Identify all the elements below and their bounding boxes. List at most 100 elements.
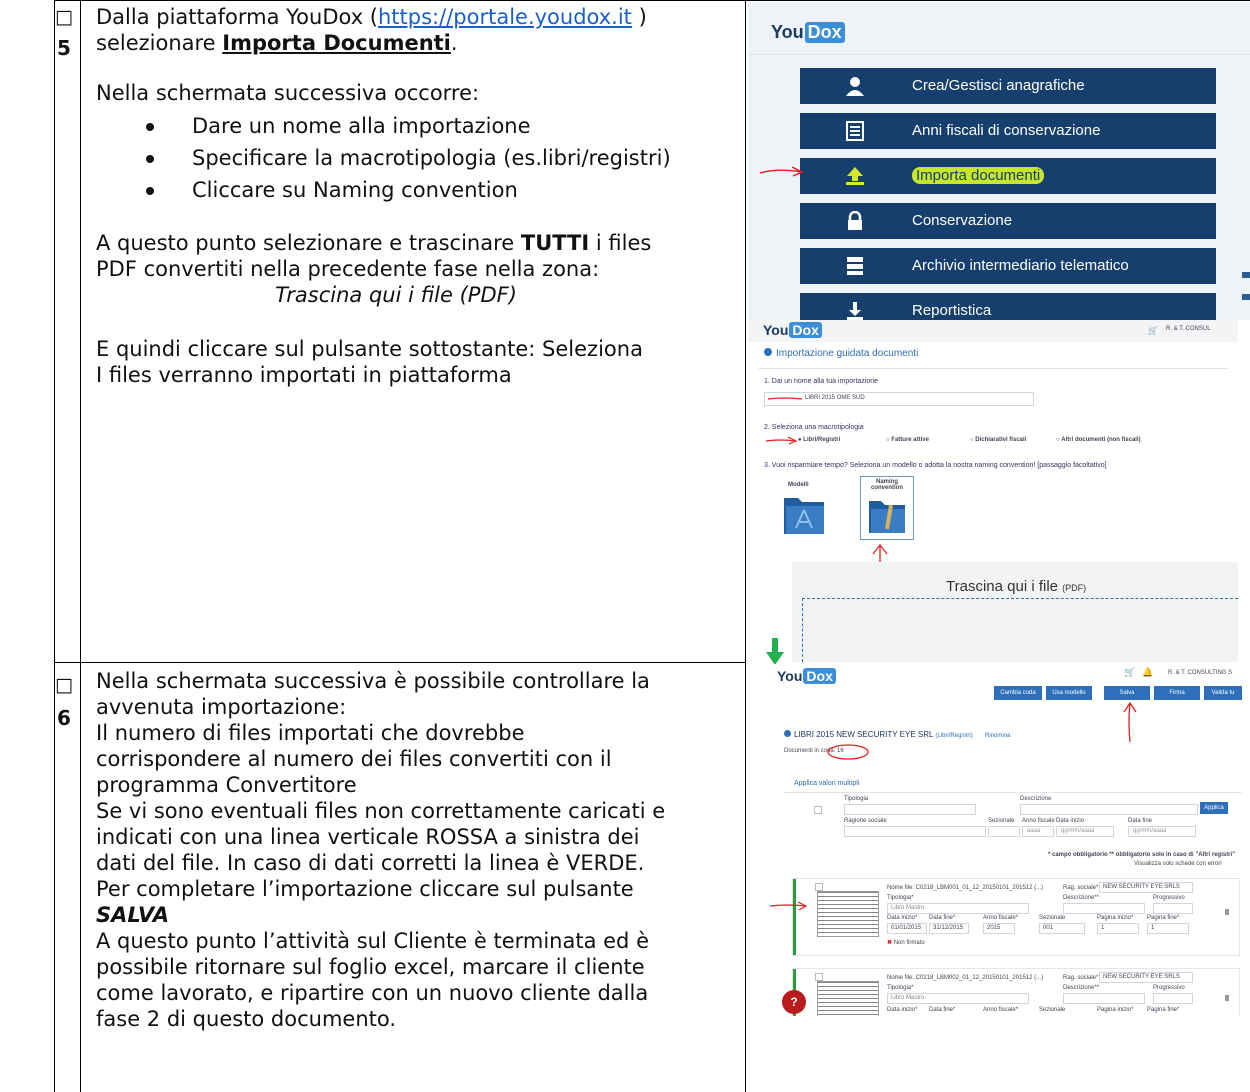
- radio-altri[interactable]: ○ Altri documenti (non fiscali): [1056, 437, 1141, 443]
- data-fine-input[interactable]: 31/12/2015: [929, 923, 969, 934]
- text: E quindi cliccare sul pulsante sottostan…: [96, 337, 643, 361]
- bell-icon[interactable]: 🔔: [1142, 668, 1153, 678]
- menu-item-anagrafiche[interactable]: Crea/Gestisci anagrafiche: [800, 68, 1216, 104]
- menu-item-label: Reportistica: [912, 302, 992, 319]
- rag-sociale-select[interactable]: NEW SECURITY EYE SRLS: [1099, 882, 1193, 893]
- select-value: Libro Mastro: [891, 995, 925, 1001]
- step-5-instructions: Dalla piattaforma YouDox (https://portal…: [96, 4, 736, 388]
- naming-convention-option[interactable]: Naming convention: [860, 476, 914, 540]
- help-button[interactable]: ?: [782, 990, 806, 1014]
- step-checkbox: □: [55, 6, 73, 28]
- placeholder: aaaa: [1027, 828, 1041, 834]
- menu-item-archivio[interactable]: Archivio intermediario telematico: [800, 248, 1216, 284]
- data-inizio-input[interactable]: 01/01/2015: [887, 923, 927, 934]
- data-inizio-input[interactable]: gg/mm/aaaa: [1056, 826, 1114, 837]
- menu-item-conservazione[interactable]: Conservazione: [800, 203, 1216, 239]
- field-label: Data fine: [1128, 818, 1153, 824]
- step-6-instructions: Nella schermata successiva è possibile c…: [96, 668, 736, 1032]
- select-all-checkbox[interactable]: [814, 806, 822, 814]
- text: Per completare l’importazione cliccare s…: [96, 877, 634, 901]
- progressivo-input[interactable]: [1153, 903, 1193, 914]
- multi-values-header[interactable]: Applica valori multipli: [794, 780, 859, 787]
- option-label: Naming convention: [870, 479, 903, 491]
- text: I files verranno importati in piattaform…: [96, 363, 512, 387]
- field-label: Anno fiscale*: [983, 1007, 1019, 1013]
- valida-button[interactable]: Valida tu: [1204, 686, 1242, 700]
- trash-icon[interactable]: [1225, 909, 1229, 915]
- anno-input[interactable]: aaaa: [1022, 826, 1054, 837]
- option-label: Modelli: [788, 482, 809, 488]
- show-errors-toggle[interactable]: Visualizza solo schede con errori: [1134, 861, 1222, 867]
- user-icon: [844, 76, 866, 96]
- screenshot-import: You Dox R. & T. CONSUL 🛒 Importazione gui…: [748, 320, 1238, 662]
- menu-item-label: Importa documenti: [912, 167, 1045, 184]
- menu-item-reportistica[interactable]: Reportistica: [800, 293, 1216, 320]
- menu-item-anni-fiscali[interactable]: Anni fiscali di conservazione: [800, 113, 1216, 149]
- menu-item-importa-documenti[interactable]: Importa documenti: [800, 158, 1216, 194]
- trash-icon[interactable]: [1225, 995, 1229, 1001]
- youdox-logo: You Dox: [770, 22, 845, 43]
- rinomina-link[interactable]: Rinomina: [985, 733, 1010, 739]
- document-thumbnail: [817, 981, 879, 1016]
- ragione-select[interactable]: [844, 826, 986, 837]
- red-arrow-annotation: [767, 397, 803, 400]
- descrizione-input[interactable]: [1063, 993, 1145, 1004]
- menu-item-label: Anni fiscali di conservazione: [912, 122, 1101, 139]
- import-name-input[interactable]: LIBRI 2015 OME SUD: [764, 392, 1034, 406]
- field-label: Ragione sociale: [844, 818, 887, 824]
- data-fine-input[interactable]: gg/mm/aaaa: [1128, 826, 1196, 837]
- sezionale-input[interactable]: 001: [1039, 923, 1085, 934]
- field-label: Descrizione**: [1063, 985, 1100, 991]
- row-checkbox[interactable]: [815, 883, 823, 891]
- field-label: Rag. sociale*: [1063, 975, 1099, 981]
- salva-label: SALVA: [96, 903, 169, 927]
- user-name: R. & T. CONSUL: [1166, 326, 1211, 332]
- input-value: 1: [1101, 925, 1105, 931]
- applica-button[interactable]: Applica: [1200, 802, 1228, 814]
- field-label: Data fine*: [929, 915, 956, 921]
- logo-text: Dox: [803, 668, 836, 684]
- cart-icon[interactable]: 🛒: [1148, 326, 1158, 335]
- cart-icon[interactable]: 🛒: [1124, 668, 1135, 678]
- progressivo-input[interactable]: [1153, 993, 1193, 1004]
- status-line-green: [793, 879, 796, 955]
- drop-text: Trascina qui i file: [946, 578, 1058, 595]
- header-divider: [748, 54, 1250, 55]
- anno-fiscale-input[interactable]: 2015: [983, 923, 1015, 934]
- descrizione-input[interactable]: [1020, 804, 1198, 815]
- batch-title: LIBRI 2015 NEW SECURITY EYE SRL (Libri/R…: [784, 730, 1010, 739]
- pagina-inizio-input[interactable]: 1: [1097, 923, 1139, 934]
- sezionale-input[interactable]: [988, 826, 1020, 837]
- text: come lavorato, e ripartire con un nuovo …: [96, 981, 649, 1005]
- radio-fatture[interactable]: ○ Fatture attive: [886, 437, 929, 443]
- radio-dichiarativi[interactable]: ○ Dichiarativi fiscali: [970, 437, 1026, 443]
- document-thumbnail: [817, 891, 879, 937]
- text: dati del file. In caso di dati corretti …: [96, 851, 645, 875]
- radio-libri[interactable]: ● Libri/Registri: [798, 437, 840, 443]
- tipologia-select[interactable]: [844, 804, 976, 815]
- folder-modelli-icon[interactable]: [782, 490, 826, 536]
- divider: [784, 792, 1242, 793]
- salva-button[interactable]: Salva: [1104, 686, 1150, 700]
- green-down-arrow-icon: [766, 638, 784, 665]
- input-value: 2015: [987, 925, 1001, 931]
- firma-button[interactable]: Firma: [1154, 686, 1200, 700]
- text: i files: [589, 231, 652, 255]
- drop-zone[interactable]: Trascina qui i file (PDF): [792, 562, 1238, 662]
- logo-text: Dox: [804, 22, 845, 43]
- rag-sociale-select[interactable]: NEW SECURITY EYE SRLS: [1099, 972, 1193, 983]
- row-checkbox[interactable]: [815, 973, 823, 981]
- red-arrow-annotation: [765, 436, 798, 445]
- tipologia-select[interactable]: Libro Mastro: [887, 903, 1029, 914]
- file-name: Nome file: C0218_LBM002_01_12_20150101_2…: [887, 975, 1044, 981]
- pagina-fine-input[interactable]: 1: [1147, 923, 1189, 934]
- server-icon: [844, 256, 866, 276]
- youdox-link[interactable]: https://portale.youdox.it: [378, 5, 632, 29]
- tipologia-select[interactable]: Libro Mastro: [887, 993, 1029, 1004]
- descrizione-input[interactable]: [1063, 903, 1145, 914]
- red-arrow-annotation: [759, 166, 804, 177]
- cambia-coda-button[interactable]: Cambia coda: [994, 686, 1042, 700]
- input-value: 31/12/2015: [933, 925, 964, 931]
- drop-text: (PDF): [1062, 583, 1087, 593]
- usa-modello-button[interactable]: Usa modello: [1046, 686, 1092, 700]
